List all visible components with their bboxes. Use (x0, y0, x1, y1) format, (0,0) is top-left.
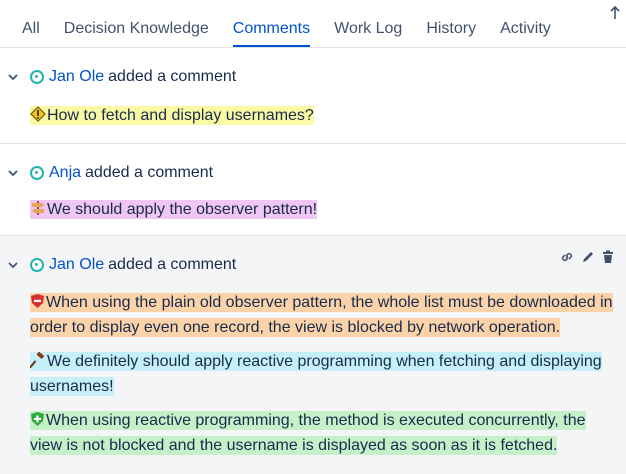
decision-text: We should apply the observer pattern! (47, 201, 318, 218)
con-element: When using the plain old observer patter… (30, 293, 613, 337)
chevron-down-icon[interactable] (8, 169, 18, 177)
trash-icon[interactable] (602, 250, 614, 269)
alternative-text: We definitely should apply reactive prog… (30, 353, 602, 395)
comment: Jan Ole added a comment How to fetch and… (0, 48, 626, 144)
avatar[interactable] (30, 258, 44, 272)
alternative-element: We definitely should apply reactive prog… (29, 351, 602, 396)
tab-bar: All Decision Knowledge Comments Work Log… (0, 0, 626, 48)
comment-author[interactable]: Jan Ole (49, 256, 104, 274)
avatar[interactable] (30, 70, 44, 84)
comment: Jan Ole added a comment When using the p… (0, 236, 626, 474)
arrow-up-icon[interactable] (610, 5, 620, 23)
issue-element: How to fetch and display usernames? (30, 106, 314, 125)
comment-author[interactable]: Anja (49, 164, 81, 182)
pencil-icon[interactable] (581, 250, 595, 269)
gavel-icon (29, 351, 46, 375)
pro-element: When using reactive programming, the met… (30, 411, 586, 455)
pro-shield-icon (30, 411, 45, 434)
issue-text: How to fetch and display usernames? (47, 107, 314, 124)
comment: Anja added a comment We should apply the… (0, 144, 626, 236)
signpost-icon (30, 200, 46, 223)
comment-action: added a comment (108, 68, 237, 85)
issue-diamond-icon (30, 106, 46, 129)
comment-action: added a comment (85, 164, 214, 181)
tab-all[interactable]: All (22, 20, 40, 47)
tab-comments[interactable]: Comments (232, 20, 311, 47)
avatar[interactable] (30, 166, 44, 180)
tab-history[interactable]: History (426, 20, 476, 47)
tab-work-log[interactable]: Work Log (334, 20, 402, 47)
link-icon[interactable] (560, 250, 574, 269)
pro-text: When using reactive programming, the met… (30, 412, 586, 454)
tab-activity[interactable]: Activity (500, 20, 551, 47)
con-shield-icon (30, 293, 45, 316)
tab-decision-knowledge[interactable]: Decision Knowledge (64, 20, 209, 47)
decision-element: We should apply the observer pattern! (30, 200, 318, 219)
chevron-down-icon[interactable] (8, 73, 18, 81)
con-text: When using the plain old observer patter… (30, 294, 613, 336)
comment-author[interactable]: Jan Ole (49, 68, 104, 86)
chevron-down-icon[interactable] (8, 261, 18, 269)
comment-action: added a comment (108, 256, 237, 273)
comment-tools (560, 250, 614, 269)
